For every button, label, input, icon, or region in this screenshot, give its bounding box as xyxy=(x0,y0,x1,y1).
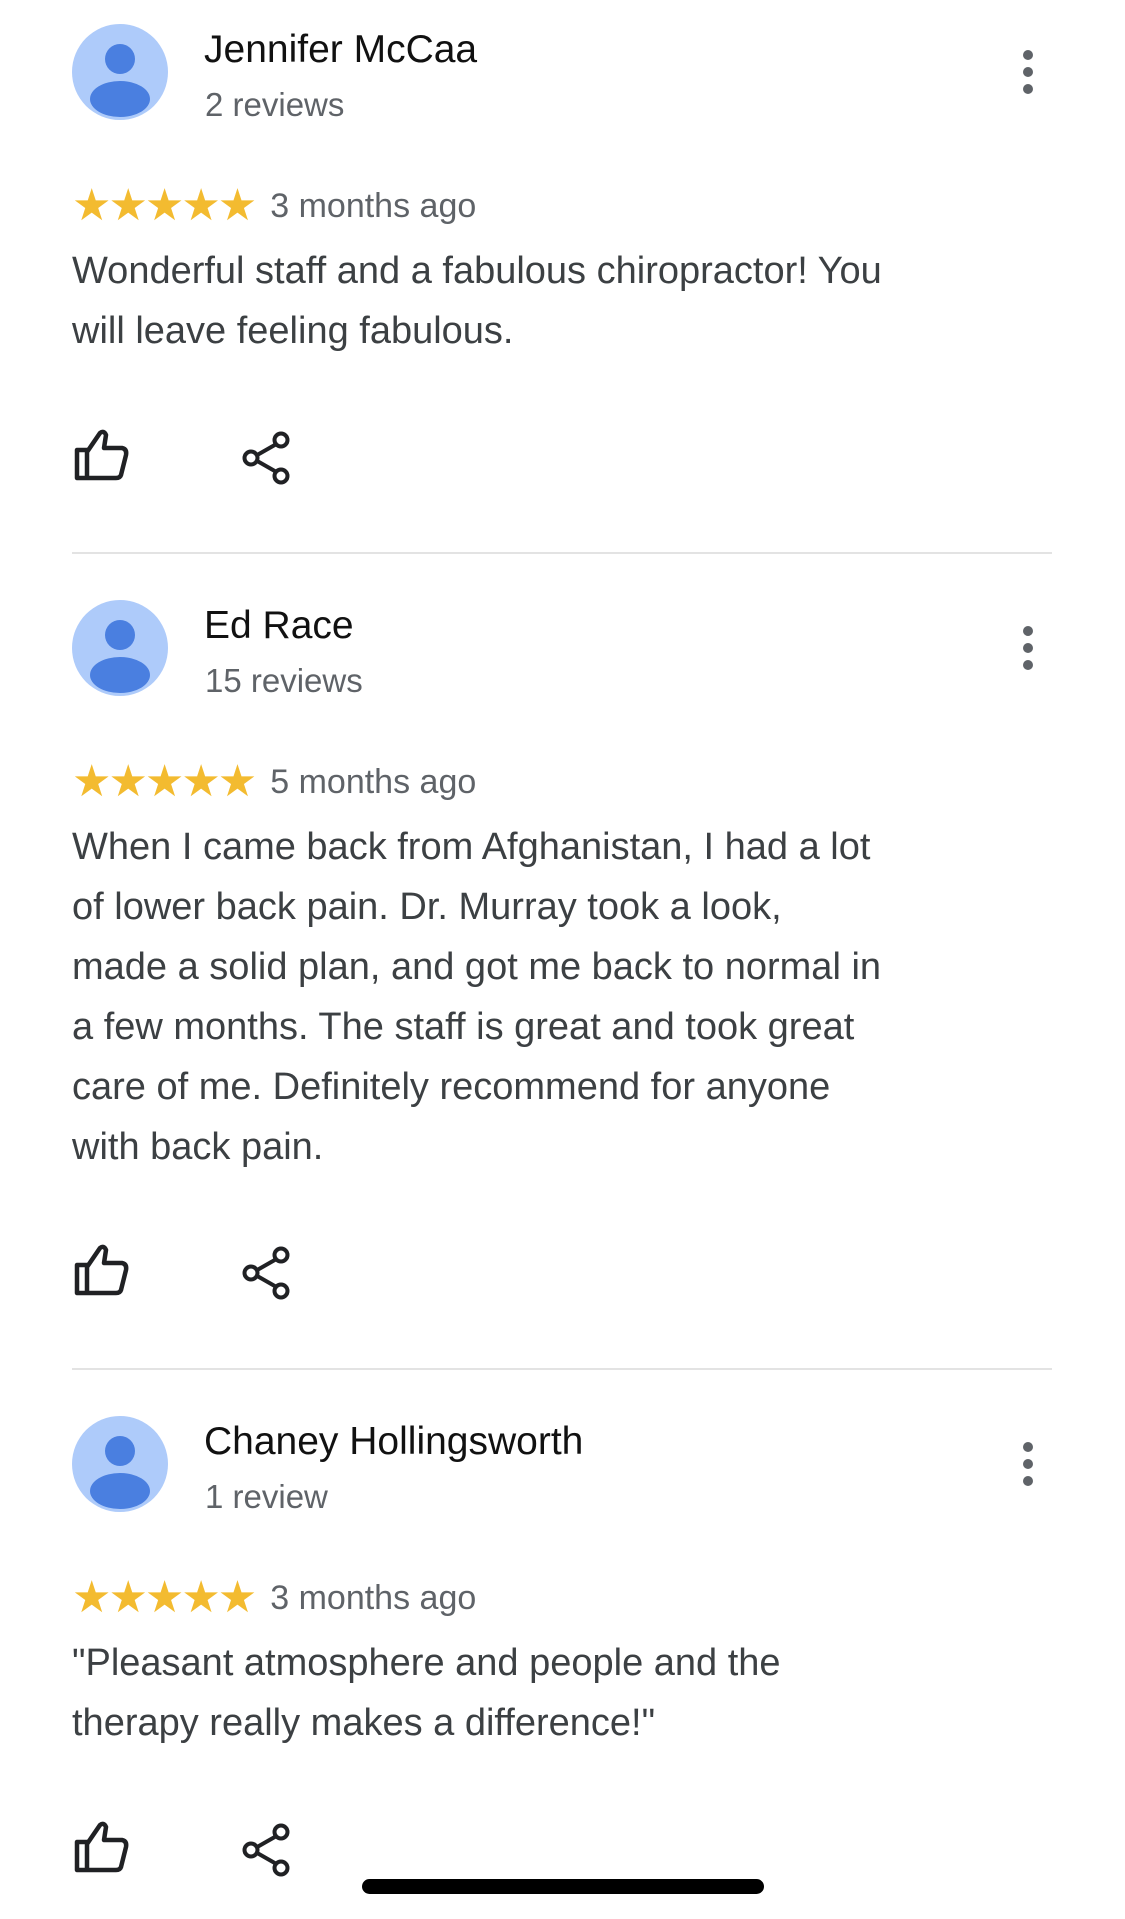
author-name[interactable]: Jennifer McCaa xyxy=(204,26,477,74)
share-icon xyxy=(242,1823,290,1877)
star-rating: ★★★★★ xyxy=(72,756,257,807)
star-rating: ★★★★★ xyxy=(72,1572,257,1623)
thumbs-up-outline-icon xyxy=(74,1821,129,1873)
like-button[interactable] xyxy=(72,1817,132,1877)
author-review-count: 2 reviews xyxy=(205,86,345,123)
person-avatar-icon xyxy=(72,600,168,696)
more-options-button[interactable] xyxy=(1008,1438,1048,1490)
more-options-button[interactable] xyxy=(1008,46,1048,98)
person-avatar-icon xyxy=(72,24,168,120)
review-date: 3 months ago xyxy=(270,1579,477,1617)
star-rating: ★★★★★ xyxy=(72,180,257,231)
share-button[interactable] xyxy=(237,1243,297,1303)
author-name[interactable]: Chaney Hollingsworth xyxy=(204,1418,583,1466)
author-review-count: 1 review xyxy=(205,1478,328,1515)
share-icon xyxy=(242,431,290,485)
rating-row: ★★★★★ 3 months ago xyxy=(72,184,476,234)
vertical-ellipsis-icon xyxy=(1023,1442,1033,1486)
avatar[interactable] xyxy=(72,24,168,120)
vertical-ellipsis-icon xyxy=(1023,50,1033,94)
rating-row: ★★★★★ 3 months ago xyxy=(72,1576,476,1626)
home-indicator[interactable] xyxy=(362,1879,764,1894)
review-text: "Pleasant atmosphere and people and the … xyxy=(72,1642,781,1744)
person-avatar-icon xyxy=(72,1416,168,1512)
avatar[interactable] xyxy=(72,600,168,696)
author-review-count: 15 reviews xyxy=(205,662,363,699)
share-button[interactable] xyxy=(237,1820,297,1880)
share-button[interactable] xyxy=(237,428,297,488)
review-divider xyxy=(72,1368,1052,1370)
thumbs-up-outline-icon xyxy=(74,1244,129,1296)
vertical-ellipsis-icon xyxy=(1023,626,1033,670)
thumbs-up-outline-icon xyxy=(74,429,129,481)
review-text: Wonderful staff and a fabulous chiroprac… xyxy=(72,250,882,352)
like-button[interactable] xyxy=(72,425,132,485)
share-icon xyxy=(242,1246,290,1300)
like-button[interactable] xyxy=(72,1240,132,1300)
author-name[interactable]: Ed Race xyxy=(204,602,354,650)
avatar[interactable] xyxy=(72,1416,168,1512)
review-divider xyxy=(72,552,1052,554)
more-options-button[interactable] xyxy=(1008,622,1048,674)
rating-row: ★★★★★ 5 months ago xyxy=(72,760,476,810)
review-date: 5 months ago xyxy=(270,763,477,801)
review-text: When I came back from Afghanistan, I had… xyxy=(72,826,882,1168)
review-date: 3 months ago xyxy=(270,187,477,225)
